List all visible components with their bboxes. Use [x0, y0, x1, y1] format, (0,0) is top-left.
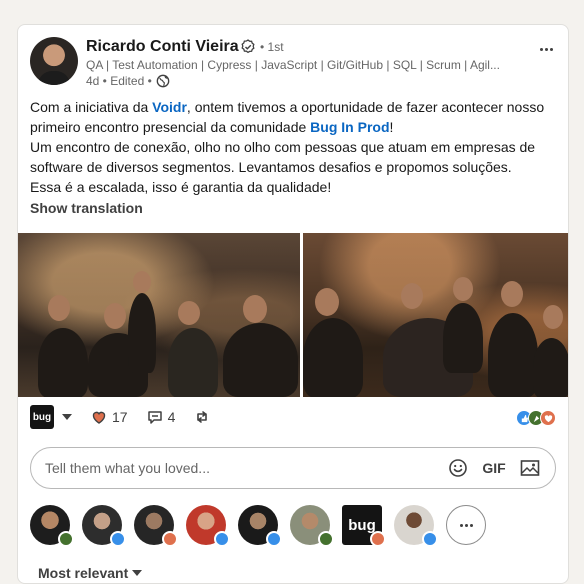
reactor-avatars: bug	[30, 505, 486, 547]
repost-button[interactable]	[193, 408, 211, 426]
reactor-logo-text: bug	[348, 516, 376, 534]
post-meta: 4d • Edited •	[86, 74, 170, 88]
reactions-count: 17	[112, 409, 128, 425]
author-headline: QA | Test Automation | Cypress | JavaScr…	[86, 58, 500, 72]
post-time-edited: 4d • Edited •	[86, 74, 152, 88]
connection-degree: • 1st	[260, 40, 284, 54]
emoji-icon[interactable]	[447, 457, 469, 479]
post-text-part: Essa é a escalada, isso é garantia da qu…	[30, 179, 332, 195]
repost-icon	[197, 411, 208, 423]
love-reaction-icon	[92, 411, 106, 424]
gif-button[interactable]: GIF	[482, 457, 505, 479]
comment-composer: GIF	[30, 447, 556, 489]
reactions-summary[interactable]	[516, 410, 556, 426]
post-text-part: Um encontro de conexão, olho no olho com…	[30, 139, 536, 175]
chevron-down-icon[interactable]	[62, 414, 72, 420]
verified-icon	[241, 39, 255, 54]
celebrate-reaction-icon	[318, 531, 334, 547]
reactor-avatar[interactable]	[238, 505, 282, 547]
post-body: Com a iniciativa da Voidr, ontem tivemos…	[30, 97, 560, 197]
post-photo-2[interactable]	[303, 233, 568, 397]
like-reaction-icon	[266, 531, 282, 547]
celebrate-reaction-icon	[58, 531, 74, 547]
more-reactors-button[interactable]	[446, 505, 486, 545]
sort-label: Most relevant	[38, 565, 129, 581]
reactor-avatar[interactable]	[30, 505, 74, 547]
comments-count: 4	[167, 409, 176, 425]
globe-icon	[156, 74, 170, 88]
post-photo-1[interactable]	[18, 233, 300, 397]
mention-bug-in-prod[interactable]: Bug In Prod	[310, 119, 389, 135]
image-icon[interactable]	[519, 457, 541, 479]
author-avatar[interactable]	[30, 37, 78, 85]
like-reaction-icon	[422, 531, 438, 547]
identity-switcher-logo[interactable]: bug	[30, 405, 54, 429]
reactor-company-logo[interactable]: bug	[342, 505, 386, 547]
reactor-avatar[interactable]	[290, 505, 334, 547]
feed-post-card: Ricardo Conti Vieira • 1st QA | Test Aut…	[17, 24, 569, 584]
author-name[interactable]: Ricardo Conti Vieira	[86, 38, 239, 56]
reactor-avatar[interactable]	[134, 505, 178, 547]
comment-sort-dropdown[interactable]: Most relevant	[38, 565, 143, 581]
reactor-avatar[interactable]	[394, 505, 438, 547]
comment-input[interactable]	[45, 460, 433, 476]
reactor-avatar[interactable]	[186, 505, 230, 547]
love-reaction-icon	[540, 410, 556, 426]
show-translation-link[interactable]: Show translation	[30, 200, 143, 216]
reactor-avatar[interactable]	[82, 505, 126, 547]
reactions-count-button[interactable]: 17	[90, 408, 128, 426]
more-options-icon[interactable]	[534, 39, 558, 59]
like-reaction-icon	[110, 531, 126, 547]
like-reaction-icon	[214, 531, 230, 547]
love-reaction-icon	[370, 531, 386, 547]
love-reaction-icon	[162, 531, 178, 547]
comment-icon	[147, 411, 162, 424]
social-actions-bar: bug 17 4	[30, 405, 211, 429]
mention-voidr[interactable]: Voidr	[152, 99, 187, 115]
comments-count-button[interactable]: 4	[146, 408, 176, 426]
post-text-part: !	[389, 119, 394, 135]
post-text-part: Com a iniciativa da	[30, 99, 153, 115]
